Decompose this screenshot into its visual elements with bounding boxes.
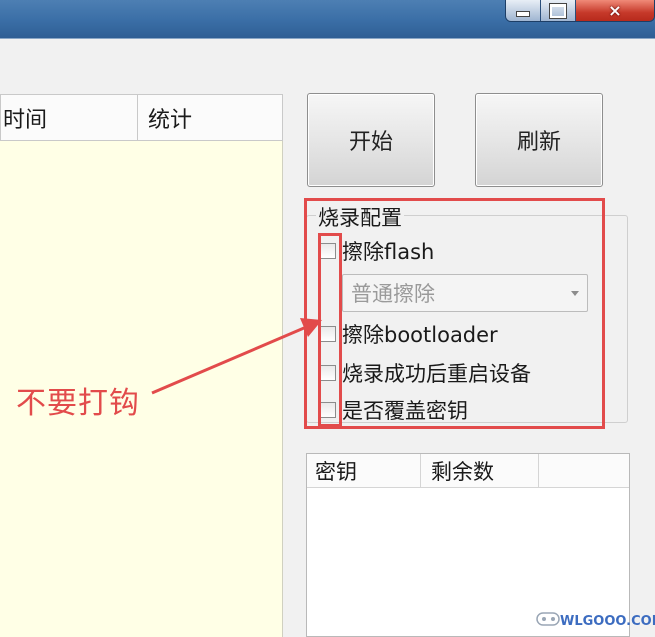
watermark: WLGOOO.COM [560,614,655,629]
watermark-gamepad-icon [536,612,560,626]
log-table-header: 时间 统计 [0,94,283,141]
window-controls: × [505,0,655,22]
column-header-remaining[interactable]: 剩余数 [421,454,539,488]
key-table-header: 密钥 剩余数 [307,454,629,488]
annotation-outline-checkboxes [318,233,342,427]
annotation-outline-config [304,198,605,429]
maximize-button[interactable] [541,0,576,21]
start-button[interactable]: 开始 [307,93,435,187]
close-icon: × [608,1,622,20]
column-header-statistics[interactable]: 统计 [148,95,192,140]
maximize-icon [549,2,567,19]
column-header-key[interactable]: 密钥 [307,454,421,488]
minimize-icon [516,10,530,17]
annotation-text: 不要打钩 [16,386,140,421]
refresh-button[interactable]: 刷新 [475,93,603,187]
minimize-button[interactable] [506,0,541,21]
column-header-time[interactable]: 时间 [3,95,138,140]
close-button[interactable]: × [576,0,654,21]
